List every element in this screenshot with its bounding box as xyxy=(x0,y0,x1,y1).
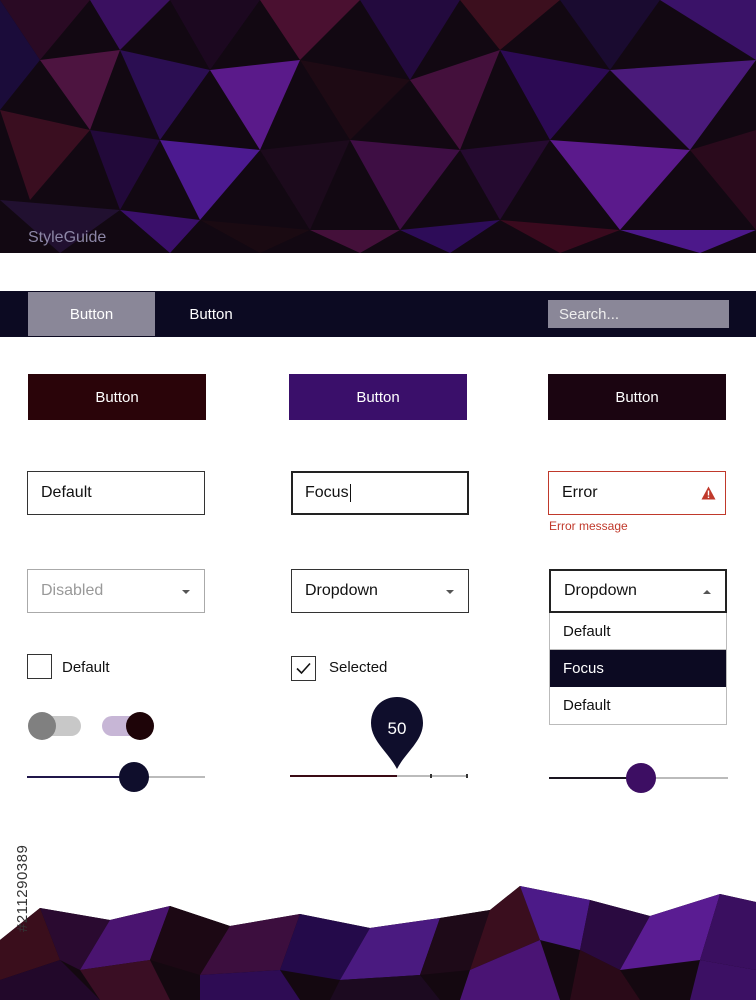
slider-2-tick xyxy=(430,774,432,778)
slider-1-fill xyxy=(27,776,134,778)
slider-3-thumb[interactable] xyxy=(626,763,656,793)
dropdown-closed-value: Dropdown xyxy=(305,582,378,599)
slider-2-fill xyxy=(290,775,397,777)
dropdown-open[interactable]: Dropdown xyxy=(549,569,727,613)
input-default-value: Default xyxy=(41,484,92,501)
dropdown-closed[interactable]: Dropdown xyxy=(291,569,469,613)
chevron-down-icon xyxy=(446,590,454,594)
button-dark-red[interactable]: Button xyxy=(28,374,206,420)
dropdown-option[interactable]: Default xyxy=(550,687,726,724)
text-cursor xyxy=(349,484,351,502)
dropdown-menu: Default Focus Default xyxy=(549,613,727,725)
slider-1[interactable] xyxy=(27,762,205,792)
input-error-value: Error xyxy=(562,484,598,501)
dropdown-option[interactable]: Default xyxy=(550,613,726,650)
search-input[interactable] xyxy=(548,300,729,328)
checkbox-selected[interactable] xyxy=(291,656,316,681)
checkbox-default[interactable] xyxy=(27,654,52,679)
warning-icon xyxy=(701,486,716,500)
check-icon xyxy=(296,662,311,675)
slider-2-tick xyxy=(466,774,468,778)
dropdown-disabled: Disabled xyxy=(27,569,205,613)
slider-2-tooltip-value: 50 xyxy=(387,719,407,738)
dropdown-option-focused[interactable]: Focus xyxy=(550,650,726,687)
button-dark[interactable]: Button xyxy=(548,374,726,420)
button-purple[interactable]: Button xyxy=(289,374,467,420)
toggle-knob xyxy=(126,712,154,740)
input-focus[interactable]: Focus xyxy=(291,471,469,515)
toggle-knob xyxy=(28,712,56,740)
slider-3[interactable] xyxy=(549,763,728,793)
dropdown-open-value: Dropdown xyxy=(564,582,637,599)
slider-2[interactable] xyxy=(290,774,468,778)
input-error[interactable]: Error xyxy=(548,471,726,515)
stock-id-watermark: #211290389 xyxy=(14,844,31,932)
dropdown-disabled-value: Disabled xyxy=(41,582,104,599)
navbar: Button Button xyxy=(0,291,756,337)
error-message: Error message xyxy=(549,519,628,533)
brand-title: StyleGuide xyxy=(28,229,107,246)
checkbox-default-label: Default xyxy=(62,659,110,676)
nav-button[interactable]: Button xyxy=(155,292,267,336)
footer-polygon-decoration xyxy=(0,886,756,1000)
nav-button-active[interactable]: Button xyxy=(28,292,155,336)
checkbox-selected-label: Selected xyxy=(329,659,388,676)
chevron-down-icon xyxy=(182,590,190,594)
toggle-on[interactable] xyxy=(102,712,154,740)
input-default[interactable]: Default xyxy=(27,471,205,515)
input-focus-value: Focus xyxy=(305,484,349,501)
hero-banner xyxy=(0,0,756,253)
toggle-off[interactable] xyxy=(28,712,81,740)
chevron-up-icon xyxy=(703,590,711,594)
slider-1-thumb[interactable] xyxy=(119,762,149,792)
